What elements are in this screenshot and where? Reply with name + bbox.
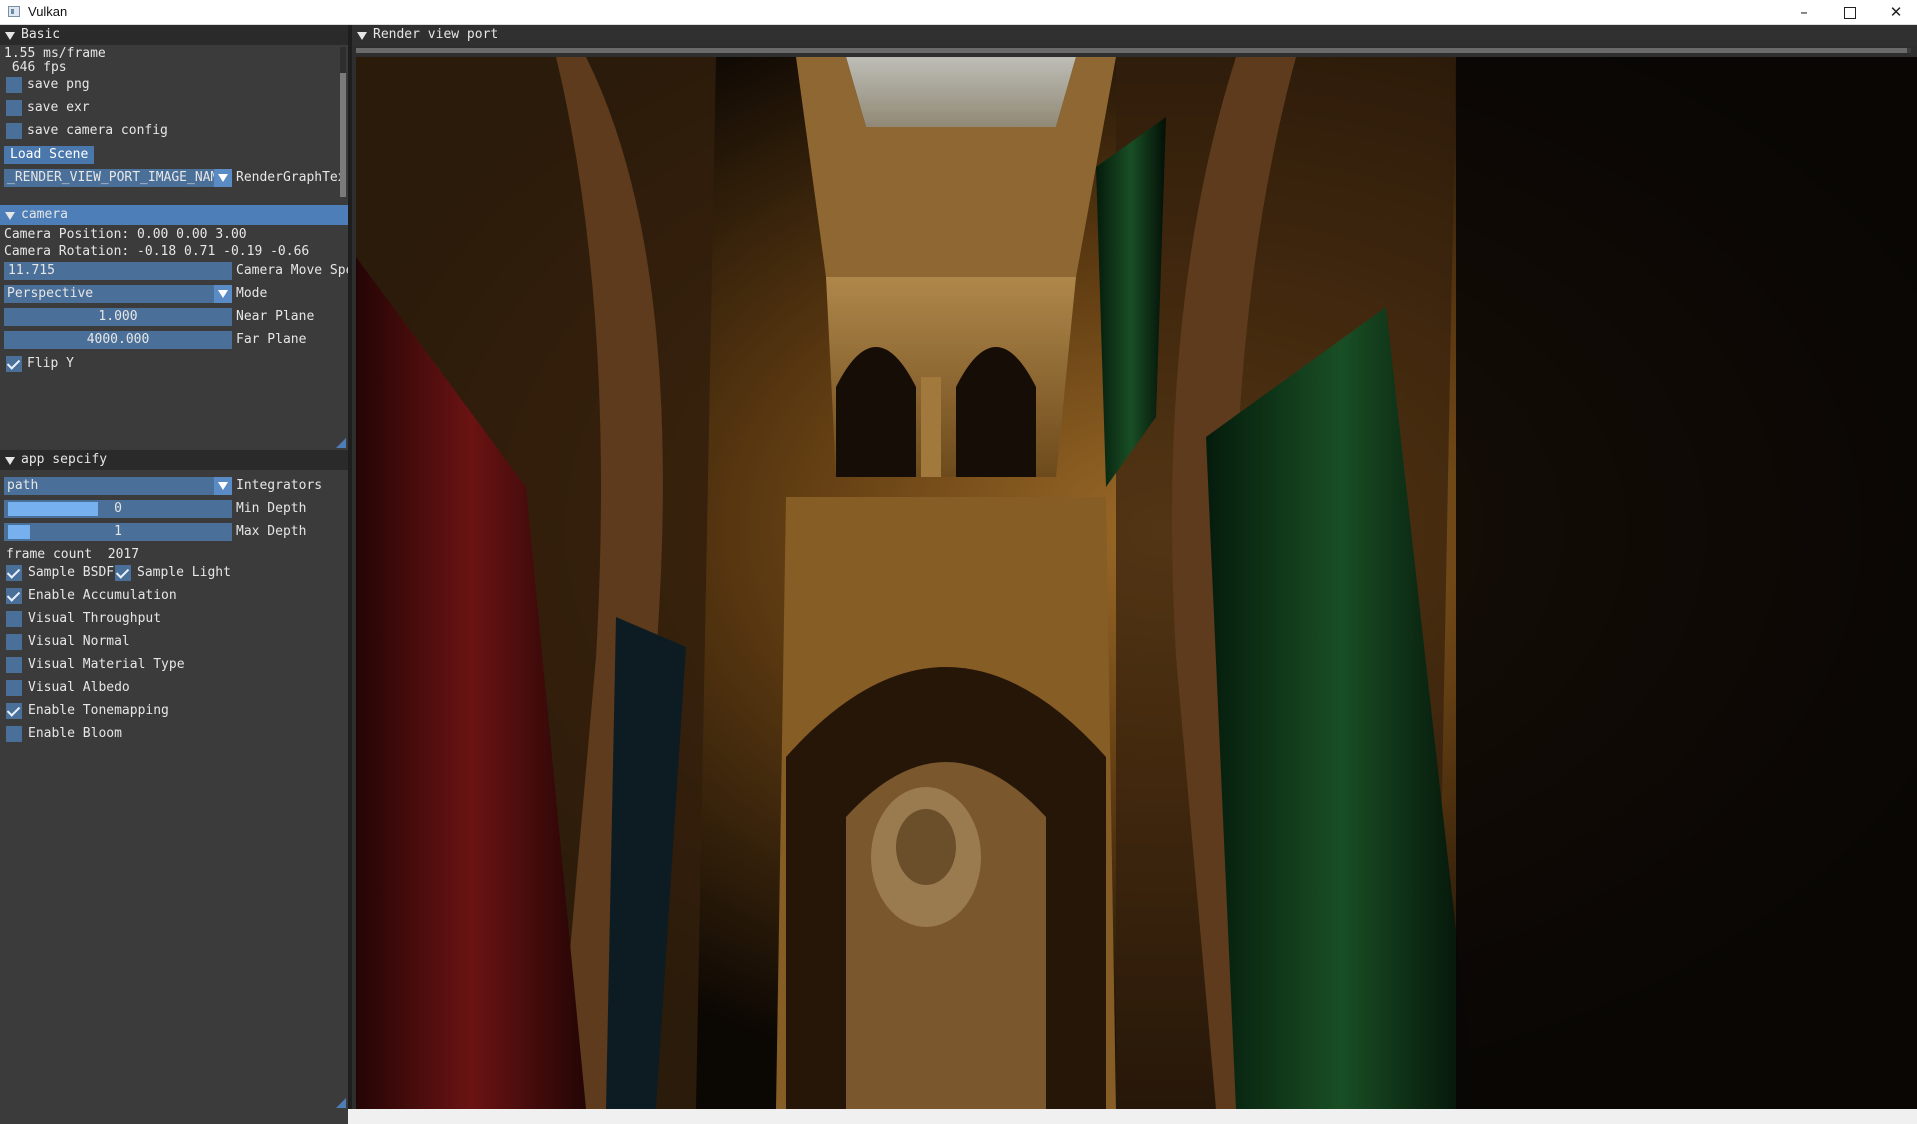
viewport-scrollbar[interactable] (356, 48, 1911, 53)
save-png-checkbox[interactable] (6, 77, 22, 93)
camera-move-speed-label: Camera Move Spee (236, 263, 348, 278)
render-viewport-panel: Render view port (352, 25, 1917, 1109)
render-image-combo[interactable]: _RENDER_VIEW_PORT_IMAGE_NAME_ (4, 169, 232, 187)
camera-mode-combo[interactable]: Perspective (4, 285, 232, 303)
integrator-label: Integrators (236, 478, 323, 493)
camera-panel: camera Camera Position: 0.00 0.00 3.00 C… (0, 205, 348, 448)
render-viewport-title: Render view port (373, 27, 499, 42)
camera-move-speed-input[interactable]: 11.715 (4, 262, 232, 280)
min-depth-label: Min Depth (236, 501, 307, 516)
render-image-combo-label: RenderGraphTex (236, 170, 346, 185)
minimize-button[interactable]: – (1781, 0, 1827, 24)
app-specify-panel: app sepcify path Integrators 0 Min Depth… (0, 450, 348, 1124)
basic-panel-scrollbar[interactable] (340, 47, 346, 197)
left-panel-column: Basic 1.55 ms/frame 646 fps save png sav… (0, 25, 348, 1124)
visual-material-type-checkbox[interactable] (6, 657, 22, 673)
collapse-triangle-icon[interactable] (5, 457, 15, 465)
visual-normal-checkbox[interactable] (6, 634, 22, 650)
sample-bsdf-checkbox[interactable] (6, 565, 22, 581)
visual-throughput-label: Visual Throughput (28, 611, 162, 626)
enable-bloom-checkbox[interactable] (6, 726, 22, 742)
flip-y-label: Flip Y (27, 356, 74, 371)
max-depth-slider[interactable]: 1 (4, 523, 232, 541)
camera-panel-title: camera (21, 207, 68, 222)
min-depth-value: 0 (114, 501, 122, 516)
basic-panel: Basic 1.55 ms/frame 646 fps save png sav… (0, 25, 348, 203)
camera-mode-value: Perspective (7, 286, 94, 301)
app-client-area: Basic 1.55 ms/frame 646 fps save png sav… (0, 25, 1917, 1124)
near-plane-label: Near Plane (236, 309, 315, 324)
sample-light-label: Sample Light (137, 565, 231, 580)
max-depth-value: 1 (114, 524, 122, 539)
enable-accumulation-label: Enable Accumulation (28, 588, 177, 603)
near-plane-input[interactable]: 1.000 (4, 308, 232, 326)
visual-throughput-checkbox[interactable] (6, 611, 22, 627)
viewport-scrollbar-thumb[interactable] (356, 48, 1907, 53)
camera-mode-label: Mode (236, 286, 268, 301)
camera-rotation-text: Camera Rotation: -0.18 0.71 -0.19 -0.66 (4, 244, 310, 259)
app-icon (8, 6, 20, 17)
max-depth-label: Max Depth (236, 524, 307, 539)
ms-per-frame-text: 1.55 ms/frame (4, 46, 106, 61)
render-image-combo-value: _RENDER_VIEW_PORT_IMAGE_NAME_ (7, 170, 232, 185)
save-exr-label: save exr (27, 100, 90, 115)
sample-bsdf-label: Sample BSDF (28, 565, 115, 580)
sponza-atrium-render (356, 57, 1917, 1109)
integrator-combo[interactable]: path (4, 477, 232, 495)
visual-material-type-label: Visual Material Type (28, 657, 185, 672)
save-png-label: save png (27, 77, 90, 92)
close-button[interactable]: ✕ (1873, 0, 1917, 24)
chevron-down-icon[interactable] (214, 169, 232, 187)
rendered-scene-image[interactable] (356, 57, 1917, 1109)
camera-panel-header[interactable]: camera (0, 205, 348, 225)
window-title-bar: Vulkan – ✕ (0, 0, 1917, 25)
flip-y-checkbox[interactable] (6, 356, 22, 372)
camera-panel-resize-grip[interactable] (336, 438, 346, 448)
save-exr-checkbox[interactable] (6, 100, 22, 116)
window-title: Vulkan (28, 4, 68, 19)
enable-accumulation-checkbox[interactable] (6, 588, 22, 604)
frame-count-text: frame count 2017 (6, 547, 140, 562)
chevron-down-icon[interactable] (214, 477, 232, 495)
app-panel-resize-grip[interactable] (336, 1098, 346, 1108)
basic-panel-scrollbar-thumb[interactable] (340, 73, 346, 197)
far-plane-label: Far Plane (236, 332, 307, 347)
enable-tonemapping-checkbox[interactable] (6, 703, 22, 719)
collapse-triangle-icon[interactable] (357, 32, 367, 40)
visual-albedo-label: Visual Albedo (28, 680, 130, 695)
sample-light-checkbox[interactable] (115, 565, 131, 581)
collapse-triangle-icon[interactable] (5, 212, 15, 220)
load-scene-button[interactable]: Load Scene (4, 146, 95, 164)
collapse-triangle-icon[interactable] (5, 32, 15, 40)
save-camera-config-checkbox[interactable] (6, 123, 22, 139)
render-viewport-header[interactable]: Render view port (352, 25, 1917, 45)
basic-panel-title: Basic (21, 27, 61, 42)
basic-panel-header[interactable]: Basic (0, 25, 348, 45)
fps-text: 646 fps (4, 60, 67, 75)
save-camera-config-label: save camera config (27, 123, 168, 138)
app-panel-title: app sepcify (21, 452, 108, 467)
enable-bloom-label: Enable Bloom (28, 726, 122, 741)
visual-albedo-checkbox[interactable] (6, 680, 22, 696)
min-depth-slider[interactable]: 0 (4, 500, 232, 518)
far-plane-input[interactable]: 4000.000 (4, 331, 232, 349)
integrator-value: path (7, 478, 39, 493)
chevron-down-icon[interactable] (214, 285, 232, 303)
app-panel-header[interactable]: app sepcify (0, 450, 348, 470)
maximize-button[interactable] (1827, 0, 1873, 24)
camera-position-text: Camera Position: 0.00 0.00 3.00 (4, 227, 247, 242)
enable-tonemapping-label: Enable Tonemapping (28, 703, 169, 718)
maximize-icon (1844, 6, 1856, 19)
visual-normal-label: Visual Normal (28, 634, 130, 649)
